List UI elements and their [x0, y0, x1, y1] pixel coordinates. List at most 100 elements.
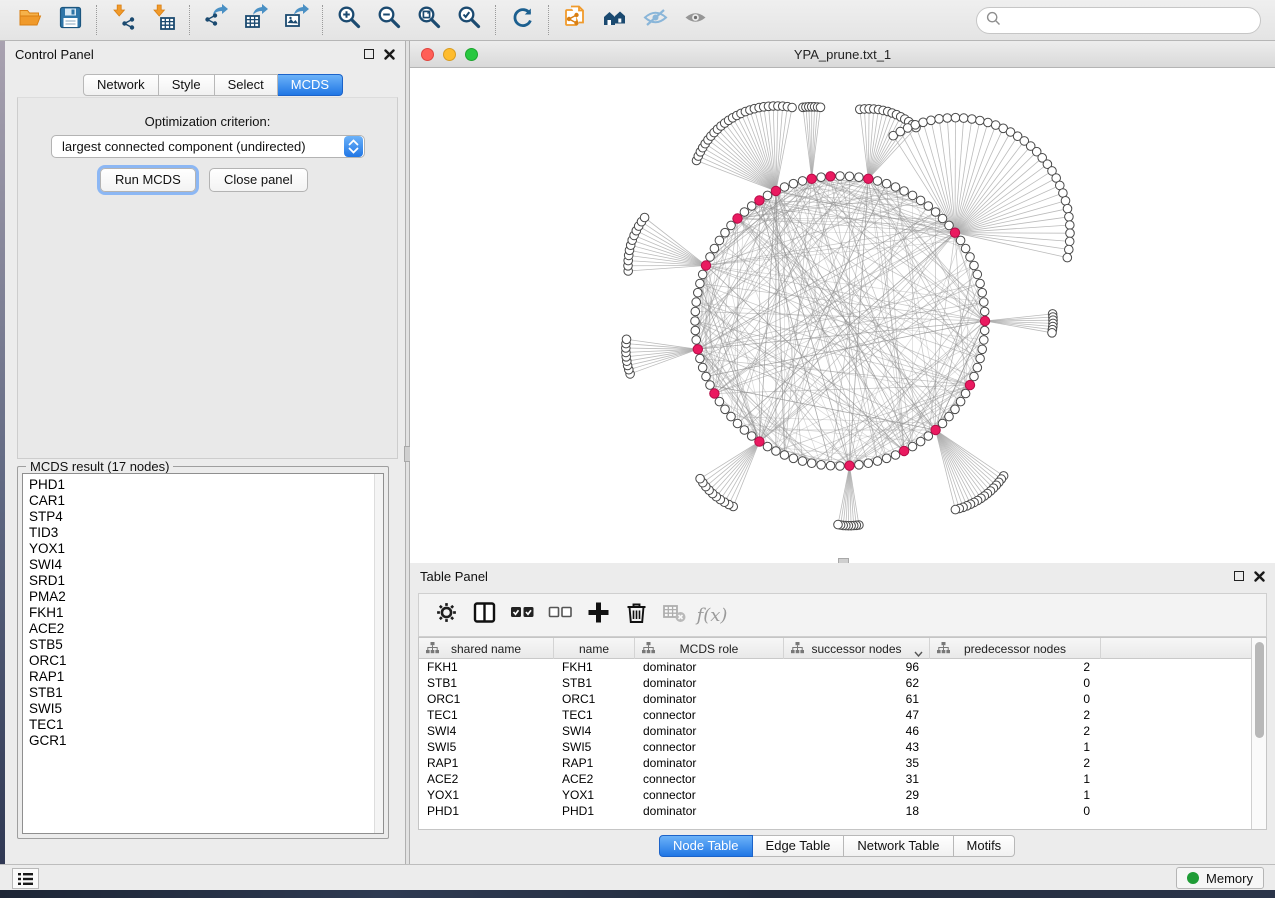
table-row[interactable]: FKH1FKH1dominator962: [419, 659, 1252, 675]
mcds-result-item[interactable]: SWI4: [29, 557, 383, 573]
memory-button[interactable]: Memory: [1176, 867, 1264, 889]
column-header-successor-nodes[interactable]: successor nodes: [784, 638, 930, 659]
run-mcds-button[interactable]: Run MCDS: [100, 168, 196, 192]
mcds-result-item[interactable]: SWI5: [29, 701, 383, 717]
houses-icon: [602, 4, 629, 36]
cell-predecessor_nodes: 0: [930, 803, 1101, 819]
float-panel-icon[interactable]: [364, 49, 374, 59]
cell-name: RAP1: [554, 755, 635, 771]
column-header-MCDS-role[interactable]: MCDS role: [635, 638, 784, 659]
table-row[interactable]: TEC1TEC1connector472: [419, 707, 1252, 723]
cell-mcds_role: dominator: [635, 755, 784, 771]
table-row[interactable]: SWI4SWI4dominator462: [419, 723, 1252, 739]
clone-network-button[interactable]: [555, 3, 595, 37]
mcds-result-item[interactable]: CAR1: [29, 493, 383, 509]
mcds-result-item[interactable]: PHD1: [29, 477, 383, 493]
cell-shared_name: ORC1: [419, 691, 554, 707]
mcds-result-list[interactable]: PHD1CAR1STP4TID3YOX1SWI4SRD1PMA2FKH1ACE2…: [22, 473, 384, 834]
tab-select[interactable]: Select: [215, 74, 278, 96]
delete-column-button[interactable]: [619, 598, 653, 632]
toolbar-separator: [548, 5, 549, 35]
zoom-out-button[interactable]: [369, 3, 409, 37]
zoom-selected-button[interactable]: [449, 3, 489, 37]
cell-mcds_role: connector: [635, 707, 784, 723]
show-all-button[interactable]: [675, 3, 715, 37]
mcds-result-item[interactable]: RAP1: [29, 669, 383, 685]
open-file-button[interactable]: [10, 3, 50, 37]
table-row[interactable]: SWI5SWI5connector431: [419, 739, 1252, 755]
plus-icon: [585, 599, 612, 631]
cell-filler: [1101, 787, 1252, 803]
float-panel-icon[interactable]: [1234, 571, 1244, 581]
close-panel-icon[interactable]: [384, 49, 395, 60]
close-panel-button[interactable]: Close panel: [209, 168, 308, 192]
network-window-titlebar[interactable]: YPA_prune.txt_1: [410, 41, 1275, 68]
mcds-settings-area: Optimization criterion: largest connecte…: [17, 97, 398, 459]
select-all-button[interactable]: [505, 598, 539, 632]
table-row[interactable]: RAP1RAP1dominator352: [419, 755, 1252, 771]
add-column-button[interactable]: [581, 598, 615, 632]
mcds-result-item[interactable]: YOX1: [29, 541, 383, 557]
cell-name: ACE2: [554, 771, 635, 787]
mcds-result-item[interactable]: STP4: [29, 509, 383, 525]
mcds-result-item[interactable]: TEC1: [29, 717, 383, 733]
export-image-button[interactable]: [276, 3, 316, 37]
tab-style[interactable]: Style: [159, 74, 215, 96]
application-window: Control Panel NetworkStyleSelectMCDS Opt…: [0, 0, 1275, 898]
cell-shared_name: STB1: [419, 675, 554, 691]
network-canvas[interactable]: [410, 68, 1275, 563]
deselect-all-button[interactable]: [543, 598, 577, 632]
zoom-in-button[interactable]: [329, 3, 369, 37]
tab-edge-table[interactable]: Edge Table: [753, 835, 845, 857]
search-input[interactable]: [1007, 13, 1260, 28]
close-panel-icon[interactable]: [1254, 571, 1265, 582]
refresh-button[interactable]: [502, 3, 542, 37]
table-row[interactable]: YOX1YOX1connector291: [419, 787, 1252, 803]
tab-network[interactable]: Network: [83, 74, 159, 96]
cell-predecessor_nodes: 2: [930, 707, 1101, 723]
tab-node-table[interactable]: Node Table: [659, 835, 753, 857]
table-scrollbar-thumb[interactable]: [1255, 642, 1264, 738]
cell-successor_nodes: 96: [784, 659, 930, 675]
export-table-button[interactable]: [236, 3, 276, 37]
column-header-predecessor-nodes[interactable]: predecessor nodes: [930, 638, 1101, 659]
task-history-button[interactable]: [12, 868, 39, 889]
tab-mcds[interactable]: MCDS: [278, 74, 343, 96]
first-neighbors-button[interactable]: [595, 3, 635, 37]
save-session-button[interactable]: [50, 3, 90, 37]
table-row[interactable]: STB1STB1dominator620: [419, 675, 1252, 691]
mcds-result-item[interactable]: STB5: [29, 637, 383, 653]
optimization-criterion-select[interactable]: largest connected component (undirected): [51, 135, 365, 158]
tab-network-table[interactable]: Network Table: [844, 835, 953, 857]
import-network-button[interactable]: [103, 3, 143, 37]
import-table-button[interactable]: [143, 3, 183, 37]
table-body: FKH1FKH1dominator962STB1STB1dominator620…: [419, 659, 1252, 819]
tab-motifs[interactable]: Motifs: [954, 835, 1016, 857]
hide-selected-button[interactable]: [635, 3, 675, 37]
mcds-result-item[interactable]: TID3: [29, 525, 383, 541]
table-row[interactable]: ORC1ORC1dominator610: [419, 691, 1252, 707]
cell-filler: [1101, 803, 1252, 819]
table-scrollbar[interactable]: [1251, 638, 1266, 829]
export-network-button[interactable]: [196, 3, 236, 37]
mcds-list-scrollbar[interactable]: [374, 474, 383, 833]
cell-predecessor_nodes: 0: [930, 675, 1101, 691]
column-options-button[interactable]: [467, 598, 501, 632]
mcds-result-item[interactable]: FKH1: [29, 605, 383, 621]
mcds-result-item[interactable]: PMA2: [29, 589, 383, 605]
zoom-fit-button[interactable]: [409, 3, 449, 37]
table-toolbar: f(x): [418, 593, 1267, 637]
mcds-result-item[interactable]: SRD1: [29, 573, 383, 589]
mcds-result-item[interactable]: GCR1: [29, 733, 383, 749]
column-header-shared-name[interactable]: shared name: [419, 638, 554, 659]
table-row[interactable]: ACE2ACE2connector311: [419, 771, 1252, 787]
mcds-result-item[interactable]: ORC1: [29, 653, 383, 669]
table-settings-button[interactable]: [429, 598, 463, 632]
cell-mcds_role: dominator: [635, 691, 784, 707]
mcds-result-item[interactable]: STB1: [29, 685, 383, 701]
mcds-result-item[interactable]: ACE2: [29, 621, 383, 637]
node-table[interactable]: shared namenameMCDS rolesuccessor nodesp…: [418, 637, 1267, 830]
table-row[interactable]: PHD1PHD1dominator180: [419, 803, 1252, 819]
search-box[interactable]: [976, 7, 1261, 34]
column-header-name[interactable]: name: [554, 638, 635, 659]
